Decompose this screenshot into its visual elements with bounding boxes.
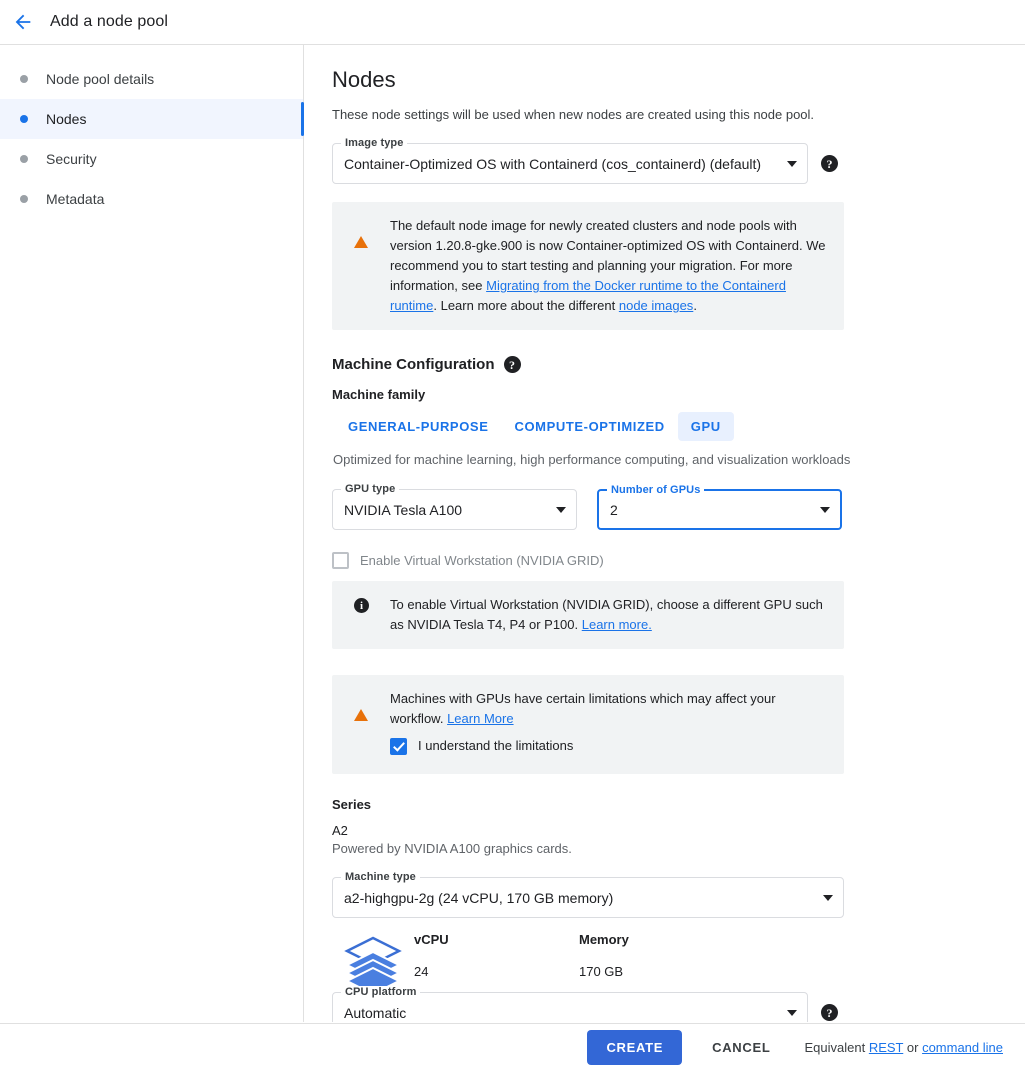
- vws-learn-more-link[interactable]: Learn more.: [582, 617, 652, 632]
- machine-configuration-heading: Machine Configuration ?: [332, 356, 865, 373]
- info-circle-icon: i: [354, 595, 390, 635]
- chevron-down-icon[interactable]: [820, 506, 830, 513]
- node-images-link[interactable]: node images: [619, 298, 693, 313]
- tab-general-purpose[interactable]: GENERAL-PURPOSE: [335, 412, 501, 441]
- gpu-type-value: NVIDIA Tesla A100: [344, 501, 463, 518]
- chevron-down-icon[interactable]: [787, 160, 797, 167]
- gpu-limitations-text: Machines with GPUs have certain limitati…: [390, 689, 828, 756]
- machine-type-row: Machine type a2-highgpu-2g (24 vCPU, 170…: [332, 871, 865, 918]
- gpu-learn-more-link[interactable]: Learn More: [447, 711, 513, 726]
- series-note: Powered by NVIDIA A100 graphics cards.: [332, 841, 572, 856]
- virtual-workstation-info-callout: i To enable Virtual Workstation (NVIDIA …: [332, 581, 844, 649]
- machine-type-select[interactable]: Machine type a2-highgpu-2g (24 vCPU, 170…: [332, 871, 844, 918]
- machine-type-value: a2-highgpu-2g (24 vCPU, 170 GB memory): [344, 889, 614, 906]
- cpu-platform-label: CPU platform: [341, 986, 421, 998]
- chevron-down-icon[interactable]: [823, 894, 833, 901]
- cpu-platform-value: Automatic: [344, 1004, 407, 1021]
- cpu-platform-row: CPU platform Automatic ?: [332, 986, 865, 1022]
- action-footer-bar: CREATE CANCEL Equivalent REST or command…: [0, 1023, 1025, 1070]
- machine-family-tabs: GENERAL-PURPOSE COMPUTE-OPTIMIZED GPU: [335, 412, 865, 441]
- understand-limitations-checkbox[interactable]: [390, 737, 407, 755]
- warning-triangle-icon: [354, 216, 390, 316]
- spec-vcpu-header: vCPU: [414, 932, 449, 947]
- sidebar-item-node-pool-details[interactable]: Node pool details: [0, 59, 303, 99]
- sidebar-item-nodes[interactable]: Nodes: [0, 99, 304, 139]
- image-type-warning-text: The default node image for newly created…: [390, 216, 828, 316]
- or-label: or: [903, 1039, 923, 1055]
- image-type-select[interactable]: Image type Container-Optimized OS with C…: [332, 137, 808, 184]
- create-button[interactable]: CREATE: [587, 1029, 683, 1065]
- sidebar-item-label: Nodes: [46, 111, 87, 127]
- image-type-value: Container-Optimized OS with Containerd (…: [344, 155, 762, 172]
- warning-text-2: . Learn more about the different: [433, 298, 619, 313]
- spec-memory-value: 170 GB: [579, 964, 624, 979]
- cpu-platform-help-icon[interactable]: ?: [821, 1004, 838, 1021]
- image-type-row: Image type Container-Optimized OS with C…: [332, 137, 865, 184]
- machine-configuration-help-icon[interactable]: ?: [503, 356, 521, 373]
- image-type-help-icon[interactable]: ?: [821, 155, 838, 172]
- cpu-platform-select[interactable]: CPU platform Automatic: [332, 986, 808, 1022]
- rest-link[interactable]: REST: [869, 1040, 903, 1055]
- command-line-link[interactable]: command line: [922, 1040, 1003, 1055]
- chevron-down-icon[interactable]: [787, 1009, 797, 1016]
- image-type-label: Image type: [341, 137, 408, 149]
- section-heading-nodes: Nodes: [332, 67, 396, 92]
- top-app-bar: Add a node pool: [0, 0, 1025, 45]
- gpu-count-value: 2: [610, 501, 618, 518]
- virtual-workstation-row[interactable]: Enable Virtual Workstation (NVIDIA GRID): [332, 552, 865, 569]
- wizard-step-sidebar: Node pool details Nodes Security Metadat…: [0, 45, 304, 1022]
- main-content-scroll-area[interactable]: Nodes These node settings will be used w…: [305, 45, 1025, 1022]
- spec-vcpu-value: 24: [414, 964, 429, 979]
- step-dot-icon: [20, 115, 28, 123]
- equivalent-label: Equivalent: [804, 1039, 869, 1055]
- tab-gpu[interactable]: GPU: [677, 412, 734, 441]
- tab-compute-optimized[interactable]: COMPUTE-OPTIMIZED: [501, 412, 677, 441]
- machine-family-label: Machine family: [332, 387, 426, 402]
- step-dot-icon: [20, 155, 28, 163]
- gpu-count-select[interactable]: Number of GPUs 2: [597, 484, 842, 530]
- spec-memory-header: Memory: [579, 932, 629, 947]
- sidebar-item-label: Metadata: [46, 191, 105, 207]
- understand-limitations-label: I understand the limitations: [418, 738, 574, 753]
- step-dot-icon: [20, 195, 28, 203]
- machine-family-description: Optimized for machine learning, high per…: [333, 452, 851, 467]
- series-label: Series: [332, 797, 372, 812]
- gpu-selectors-row: GPU type NVIDIA Tesla A100 Number of GPU…: [332, 483, 865, 530]
- equivalent-links: Equivalent REST or command line: [805, 1040, 1004, 1055]
- image-type-warning-callout: The default node image for newly created…: [332, 202, 844, 330]
- cancel-button[interactable]: CANCEL: [706, 1039, 776, 1056]
- spec-memory: Memory 170 GB: [579, 932, 629, 979]
- spec-vcpu: vCPU 24: [414, 932, 579, 979]
- understand-limitations-row[interactable]: I understand the limitations: [390, 736, 828, 756]
- gpu-limitations-callout: Machines with GPUs have certain limitati…: [332, 675, 844, 774]
- gpu-type-label: GPU type: [341, 483, 400, 495]
- sidebar-item-label: Security: [46, 151, 97, 167]
- step-dot-icon: [20, 75, 28, 83]
- sidebar-item-label: Node pool details: [46, 71, 155, 87]
- virtual-workstation-info-text: To enable Virtual Workstation (NVIDIA GR…: [390, 595, 828, 635]
- gpu-count-label: Number of GPUs: [607, 484, 705, 496]
- virtual-workstation-label: Enable Virtual Workstation (NVIDIA GRID): [360, 553, 604, 568]
- page-title: Add a node pool: [50, 13, 169, 30]
- gpu-type-select[interactable]: GPU type NVIDIA Tesla A100: [332, 483, 577, 530]
- chevron-down-icon[interactable]: [556, 506, 566, 513]
- series-value: A2: [332, 823, 348, 838]
- sidebar-item-security[interactable]: Security: [0, 139, 303, 179]
- warning-text-3: .: [693, 298, 697, 313]
- section-description: These node settings will be used when ne…: [332, 107, 815, 122]
- back-arrow-icon[interactable]: [0, 0, 46, 45]
- warning-triangle-icon: [354, 689, 390, 756]
- virtual-workstation-checkbox: [332, 552, 349, 569]
- machine-type-label: Machine type: [341, 871, 420, 883]
- machine-configuration-title: Machine Configuration: [332, 356, 495, 373]
- sidebar-item-metadata[interactable]: Metadata: [0, 179, 303, 219]
